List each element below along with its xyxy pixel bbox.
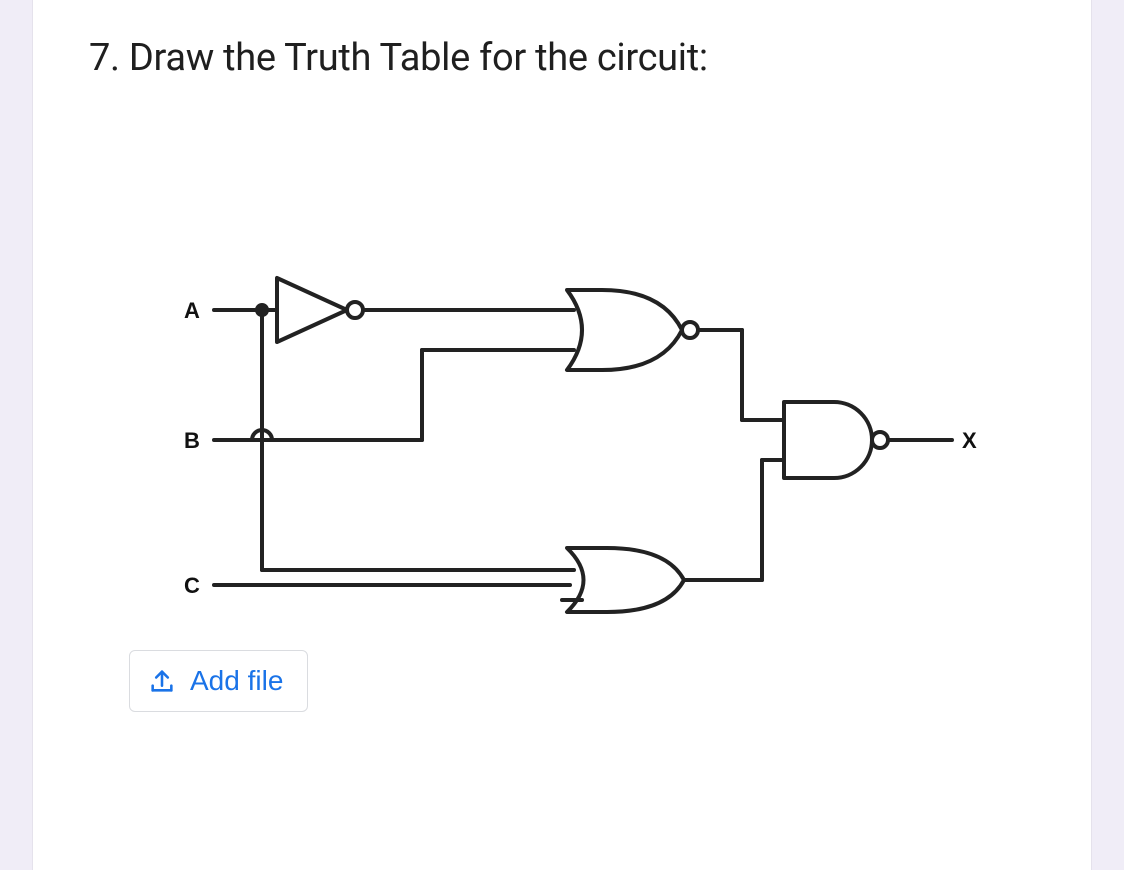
not-gate-icon [277, 278, 347, 342]
input-label-a: A [184, 298, 200, 324]
nand-gate-icon [784, 402, 888, 478]
question-prompt: Draw the Truth Table for the circuit: [129, 36, 708, 80]
output-label-x: X [962, 428, 977, 454]
input-label-c: C [184, 573, 200, 599]
input-label-b: B [184, 428, 200, 454]
question-number: 7. [89, 36, 120, 80]
add-file-button[interactable]: Add file [129, 650, 308, 712]
question-title: 7. Draw the Truth Table for the circuit: [89, 36, 1035, 80]
or-gate-icon [567, 548, 684, 612]
nor-gate-icon [567, 290, 698, 370]
circuit-diagram: A B C X [122, 110, 1002, 630]
upload-icon [148, 667, 176, 695]
question-card: 7. Draw the Truth Table for the circuit:… [32, 0, 1092, 870]
circuit-svg [122, 110, 1002, 630]
add-file-label: Add file [190, 665, 283, 697]
